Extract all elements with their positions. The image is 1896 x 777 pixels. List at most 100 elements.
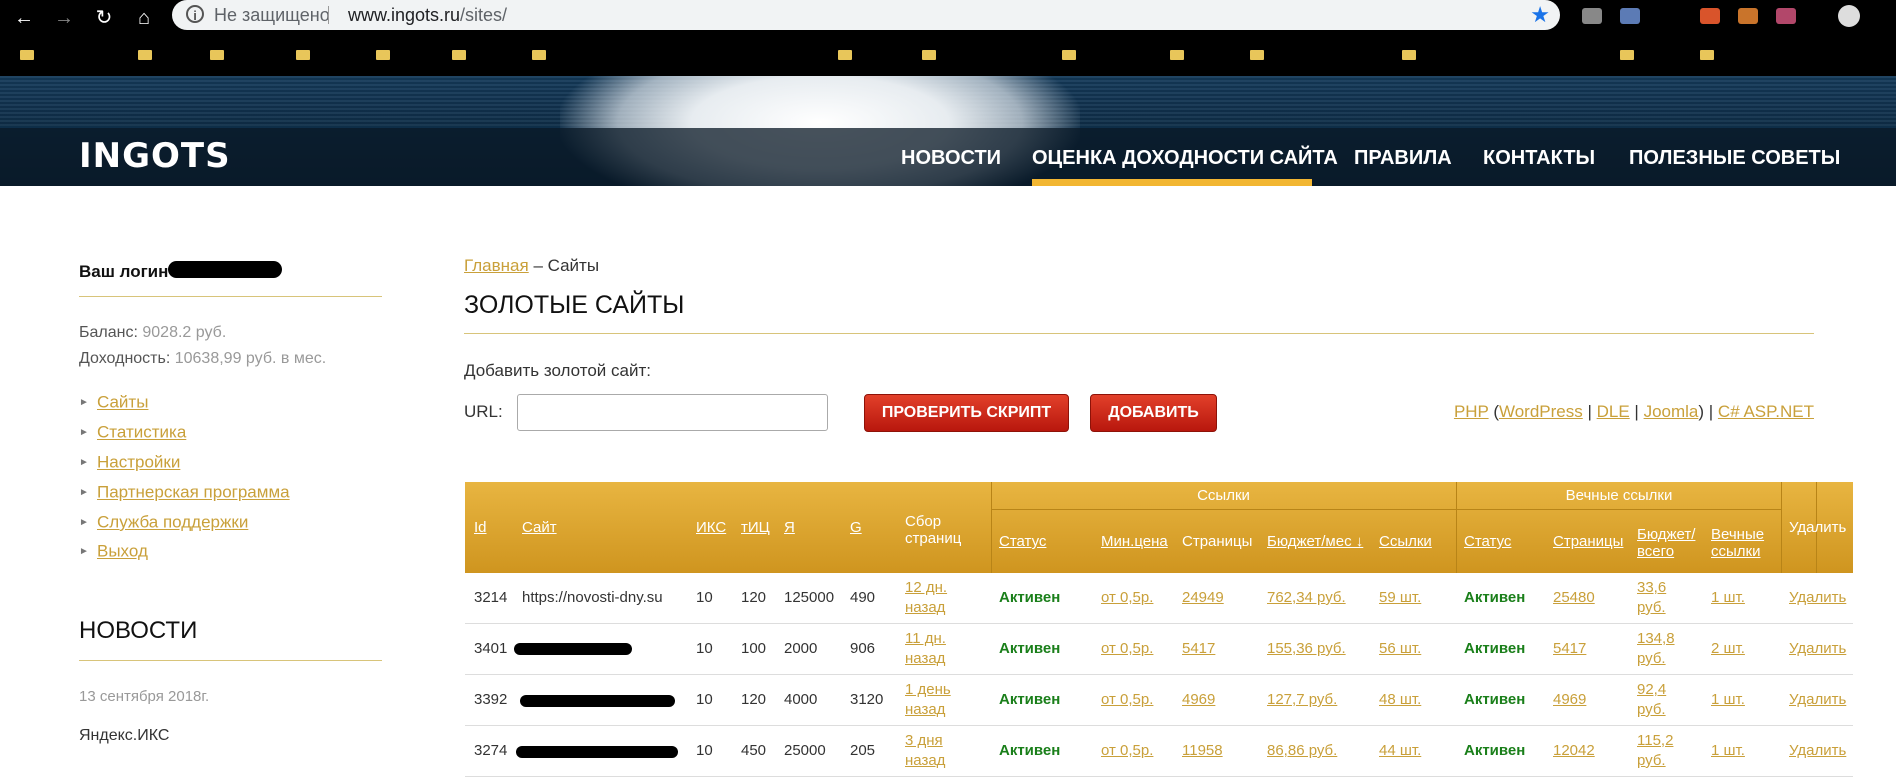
col-e-pages[interactable]: Страницы — [1553, 533, 1623, 550]
sort-link[interactable]: G — [850, 519, 862, 536]
cell-e-budget[interactable]: 115,2 руб. — [1637, 731, 1695, 771]
cell-e-links[interactable]: 1 шт. — [1711, 690, 1745, 710]
bookmark-folder-icon[interactable] — [138, 50, 152, 60]
bookmark-star-icon[interactable]: ★ — [1530, 0, 1550, 30]
col-e-links[interactable]: Вечные ссылки — [1711, 526, 1773, 560]
col-ya[interactable]: Я — [784, 519, 795, 536]
bookmark-folder-icon[interactable] — [1062, 50, 1076, 60]
sort-link[interactable]: Мин.цена — [1101, 533, 1168, 550]
links-link[interactable]: 48 шт. — [1379, 691, 1421, 708]
budget-link[interactable]: 762,34 руб. — [1267, 589, 1346, 606]
col-tic[interactable]: тИЦ — [741, 519, 770, 536]
sort-link[interactable]: Id — [474, 519, 487, 536]
sidebar-link[interactable]: Настройки — [97, 453, 180, 472]
e-links-link[interactable]: 1 шт. — [1711, 742, 1745, 759]
sort-link[interactable]: Я — [784, 519, 795, 536]
sidebar-link[interactable]: Сайты — [97, 393, 148, 412]
reload-icon[interactable]: ↻ — [90, 4, 118, 32]
sidebar-link[interactable]: Партнерская программа — [97, 483, 290, 502]
pages-link[interactable]: 4969 — [1182, 691, 1215, 708]
profile-avatar-icon[interactable] — [1838, 5, 1860, 27]
delete-link[interactable]: Удалить — [1789, 742, 1846, 759]
min-price-link[interactable]: от 0,5р. — [1101, 640, 1153, 657]
bookmark-folder-icon[interactable] — [296, 50, 310, 60]
e-pages-link[interactable]: 5417 — [1553, 640, 1586, 657]
bookmark-folder-icon[interactable] — [1170, 50, 1184, 60]
cell-e-links[interactable]: 1 шт. — [1711, 588, 1745, 608]
budget-link[interactable]: 127,7 руб. — [1267, 691, 1337, 708]
cell-collect[interactable]: 1 день назад — [905, 680, 975, 720]
sidebar-item-stats[interactable]: ► Статистика — [79, 422, 186, 443]
cell-pages[interactable]: 4969 — [1182, 690, 1215, 710]
site-logo[interactable]: INGOTS — [79, 136, 231, 176]
cell-collect[interactable]: 3 дня назад — [905, 731, 975, 771]
sidebar-item-partner[interactable]: ► Партнерская программа — [79, 482, 290, 503]
col-budget[interactable]: Бюджет/мес ↓ — [1267, 533, 1363, 550]
sort-link[interactable]: тИЦ — [741, 519, 770, 536]
bookmark-folder-icon[interactable] — [1250, 50, 1264, 60]
sidebar-item-settings[interactable]: ► Настройки — [79, 452, 180, 473]
cell-links[interactable]: 48 шт. — [1379, 690, 1421, 710]
cell-links[interactable]: 59 шт. — [1379, 588, 1421, 608]
col-min-price[interactable]: Мин.цена — [1101, 533, 1168, 550]
sidebar-item-support[interactable]: ► Служба поддержки — [79, 512, 248, 533]
col-id[interactable]: Id — [474, 519, 487, 536]
sort-link[interactable]: ИКС — [696, 519, 726, 536]
links-link[interactable]: 56 шт. — [1379, 640, 1421, 657]
bookmark-folder-icon[interactable] — [838, 50, 852, 60]
e-pages-link[interactable]: 4969 — [1553, 691, 1586, 708]
forward-icon[interactable]: → — [50, 4, 78, 32]
cell-e-pages[interactable]: 4969 — [1553, 690, 1586, 710]
security-label[interactable]: Не защищено — [214, 0, 330, 30]
e-links-link[interactable]: 1 шт. — [1711, 589, 1745, 606]
php-link[interactable]: PHP — [1454, 402, 1489, 421]
menu-item-rules[interactable]: ПРАВИЛА — [1354, 147, 1452, 170]
collect-link[interactable]: 12 дн. назад — [905, 579, 947, 616]
cell-delete[interactable]: Удалить — [1789, 741, 1846, 761]
cell-delete[interactable]: Удалить — [1789, 639, 1846, 659]
min-price-link[interactable]: от 0,5р. — [1101, 742, 1153, 759]
url-text[interactable]: www.ingots.ru/sites/ — [348, 0, 507, 30]
cell-delete[interactable]: Удалить — [1789, 690, 1846, 710]
budget-link[interactable]: 155,36 руб. — [1267, 640, 1346, 657]
url-input[interactable] — [517, 394, 828, 431]
e-budget-link[interactable]: 134,8 руб. — [1637, 630, 1675, 667]
menu-item-income-estimate[interactable]: ОЦЕНКА ДОХОДНОСТИ САЙТА — [1032, 147, 1338, 170]
wordpress-link[interactable]: WordPress — [1499, 402, 1583, 421]
sidebar-item-logout[interactable]: ► Выход — [79, 541, 148, 562]
bookmark-folder-icon[interactable] — [210, 50, 224, 60]
cell-collect[interactable]: 11 дн. назад — [905, 629, 975, 669]
cell-e-pages[interactable]: 12042 — [1553, 741, 1595, 761]
cell-e-links[interactable]: 2 шт. — [1711, 639, 1745, 659]
col-g[interactable]: G — [850, 519, 862, 536]
sidebar-link[interactable]: Статистика — [97, 423, 186, 442]
e-pages-link[interactable]: 25480 — [1553, 589, 1595, 606]
dle-link[interactable]: DLE — [1597, 402, 1630, 421]
col-e-budget[interactable]: Бюджет/ всего — [1637, 526, 1699, 560]
pages-link[interactable]: 24949 — [1182, 589, 1224, 606]
collect-link[interactable]: 11 дн. назад — [905, 630, 946, 667]
cell-min-price[interactable]: от 0,5р. — [1101, 588, 1153, 608]
info-icon[interactable]: i — [186, 5, 204, 23]
sort-link[interactable]: Ссылки — [1379, 533, 1432, 550]
sort-link[interactable]: Страницы — [1553, 533, 1623, 550]
sidebar-link[interactable]: Служба поддержки — [97, 513, 248, 532]
bookmark-folder-icon[interactable] — [1620, 50, 1634, 60]
links-link[interactable]: 59 шт. — [1379, 589, 1421, 606]
extension-icon[interactable] — [1700, 8, 1720, 24]
address-bar[interactable]: i Не защищено www.ingots.ru/sites/ ★ — [172, 0, 1560, 30]
extension-icon[interactable] — [1582, 8, 1602, 24]
home-icon[interactable]: ⌂ — [130, 4, 158, 32]
back-icon[interactable]: ← — [10, 4, 38, 32]
cell-e-budget[interactable]: 33,6 руб. — [1637, 578, 1695, 618]
cell-min-price[interactable]: от 0,5р. — [1101, 639, 1153, 659]
pages-link[interactable]: 11958 — [1182, 742, 1223, 759]
cell-min-price[interactable]: от 0,5р. — [1101, 690, 1153, 710]
cell-pages[interactable]: 24949 — [1182, 588, 1224, 608]
bookmark-folder-icon[interactable] — [532, 50, 546, 60]
min-price-link[interactable]: от 0,5р. — [1101, 691, 1153, 708]
cell-delete[interactable]: Удалить — [1789, 588, 1846, 608]
bookmark-folder-icon[interactable] — [376, 50, 390, 60]
sort-link[interactable]: Сайт — [522, 519, 557, 536]
col-site[interactable]: Сайт — [522, 519, 557, 536]
